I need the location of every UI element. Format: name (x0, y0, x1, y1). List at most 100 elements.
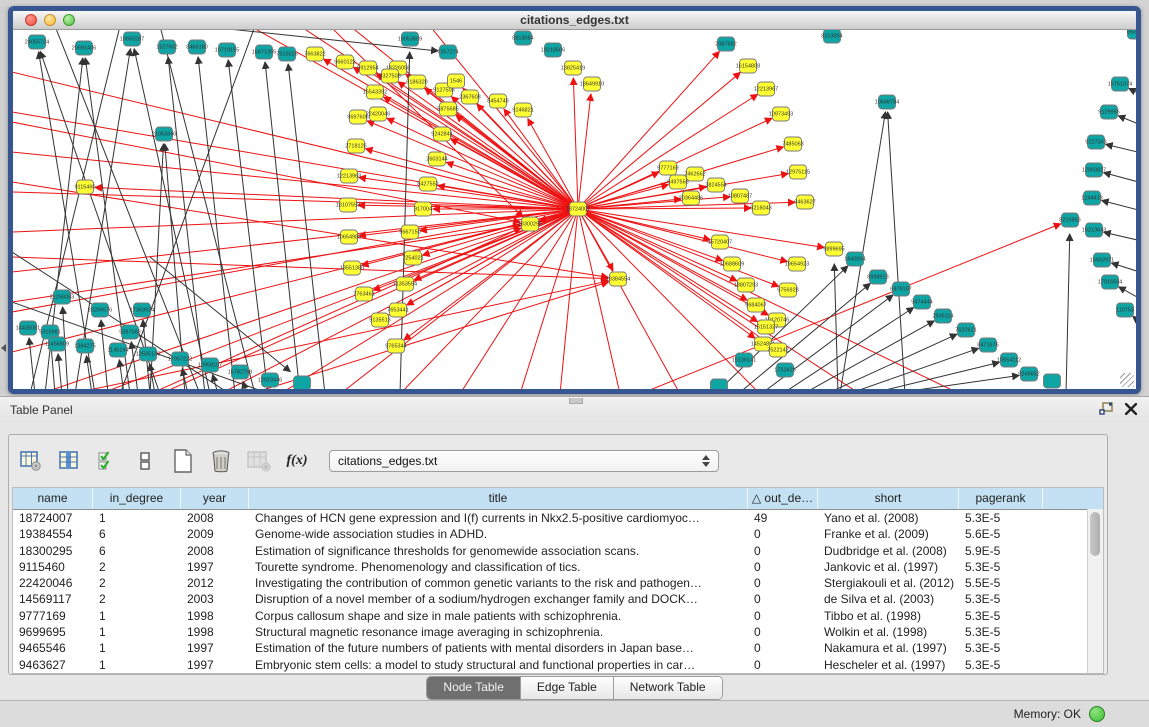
network-edge[interactable] (640, 224, 1061, 389)
network-node[interactable]: 19654923 (785, 257, 809, 271)
table-cell[interactable]: 5.3E-5 (959, 510, 1043, 526)
network-node[interactable]: 19218506 (541, 43, 565, 57)
network-node[interactable]: 12093837 (1082, 163, 1106, 177)
network-node[interactable]: 9227343 (1085, 135, 1106, 149)
network-node[interactable]: 9327508 (379, 69, 400, 83)
tab-network-table[interactable]: Network Table (614, 677, 722, 699)
network-node[interactable]: 9135513 (369, 313, 390, 327)
table-cell[interactable]: 0 (748, 624, 818, 640)
table-cell[interactable]: Tibbo et al. (1998) (818, 608, 959, 624)
scrollbar-thumb[interactable] (1090, 512, 1100, 556)
float-panel-icon[interactable] (1099, 402, 1113, 415)
table-cell[interactable]: Nakamura et al. (1997) (818, 640, 959, 656)
network-node[interactable]: 9684067 (745, 298, 766, 312)
network-node[interactable]: 7663822 (304, 47, 325, 61)
network-node[interactable]: 22420046 (366, 107, 390, 121)
table-row[interactable]: 1830029562008Estimation of significance … (13, 543, 1103, 559)
network-node[interactable]: 16053809 (398, 32, 422, 46)
table-row[interactable]: 1938455462009Genome-wide association stu… (13, 526, 1103, 542)
table-cell[interactable]: Estimation of the future numbers of pati… (249, 640, 748, 656)
network-node[interactable] (1044, 374, 1061, 388)
network-edge[interactable] (460, 209, 578, 389)
network-node[interactable]: 7515526 (276, 47, 297, 61)
splitter-handle[interactable] (569, 398, 583, 404)
table-cell[interactable]: 5.3E-5 (959, 657, 1043, 673)
network-node[interactable]: 13825419 (561, 61, 585, 75)
network-node[interactable]: 21266063 (50, 290, 74, 304)
network-node[interactable]: 9899695 (823, 242, 844, 256)
network-edge[interactable] (477, 104, 578, 209)
table-cell[interactable]: 18300295 (13, 543, 93, 559)
table-cell[interactable]: 9463627 (13, 657, 93, 673)
table-cell[interactable]: Yano et al. (2008) (818, 510, 959, 526)
network-node[interactable]: 1244413 (1081, 191, 1102, 205)
network-node[interactable]: 7357274 (437, 45, 458, 59)
network-node[interactable]: 9765344 (385, 339, 406, 353)
network-edge[interactable] (1102, 201, 1136, 212)
network-node[interactable]: 9242844 (431, 127, 452, 141)
network-edge[interactable] (1104, 173, 1136, 184)
network-node[interactable]: 8215953 (1059, 213, 1080, 227)
table-cell[interactable]: 1997 (181, 640, 249, 656)
network-node[interactable]: 9463627 (794, 195, 815, 209)
network-node[interactable]: 16154808 (736, 59, 760, 73)
function-builder-icon[interactable]: f(x) (283, 446, 311, 476)
column-visibility-icon[interactable] (55, 446, 83, 476)
network-node[interactable]: 8427552 (417, 177, 438, 191)
network-node[interactable]: 2718126 (345, 139, 366, 153)
network-edge[interactable] (13, 209, 578, 352)
network-edge[interactable] (160, 30, 255, 389)
network-node[interactable]: 9667150 (399, 225, 420, 239)
network-node[interactable]: 12213967 (754, 82, 778, 96)
network-node[interactable]: 8454749 (487, 94, 508, 108)
network-node[interactable]: 18724007 (566, 202, 590, 216)
network-node[interactable]: 10958107 (198, 358, 222, 372)
table-cell[interactable]: Dudbridge et al. (2008) (818, 543, 959, 559)
network-node[interactable]: 11353594 (393, 277, 417, 291)
network-node[interactable]: 5875685 (437, 102, 458, 116)
table-cell[interactable]: 1 (93, 608, 181, 624)
table-row[interactable]: 969969511998Structural magnetic resonanc… (13, 624, 1103, 640)
network-node[interactable]: 16151327 (754, 320, 778, 334)
network-node[interactable]: 8466160 (186, 40, 207, 54)
network-node[interactable]: 9660123 (334, 55, 355, 69)
network-edge[interactable] (1104, 232, 1136, 242)
table-cell[interactable]: 6 (93, 526, 181, 542)
network-node[interactable]: 9115460 (74, 180, 95, 194)
network-node[interactable]: 2367608 (459, 90, 480, 104)
network-node[interactable]: 9146821 (512, 103, 533, 117)
table-cell[interactable]: 18724007 (13, 510, 93, 526)
network-edge[interactable] (578, 209, 620, 389)
network-edge[interactable] (889, 375, 1019, 389)
network-edge[interactable] (250, 282, 608, 389)
network-node[interactable]: 9129966 (1098, 105, 1119, 119)
table-cell[interactable]: de Silva et al. (2003) (818, 591, 959, 607)
network-node[interactable]: 16782759 (228, 365, 252, 379)
table-row[interactable]: 946554611997Estimation of the future num… (13, 640, 1103, 656)
network-edge[interactable] (578, 94, 591, 209)
network-edge[interactable] (353, 67, 578, 209)
network-node[interactable]: 11456809 (45, 337, 69, 351)
network-node[interactable]: 1640954 (844, 252, 865, 266)
new-table-icon[interactable] (169, 446, 197, 476)
network-node[interactable]: 21053346 (152, 127, 176, 141)
network-node[interactable]: 1394275 (74, 339, 95, 353)
network-edge[interactable] (288, 64, 325, 389)
network-node[interactable]: 18649910 (580, 77, 604, 91)
table-cell[interactable]: 1 (93, 510, 181, 526)
network-edge[interactable] (400, 52, 410, 389)
network-node[interactable]: 10654112 (997, 353, 1021, 367)
table-cell[interactable]: 0 (748, 559, 818, 575)
network-node[interactable]: 13505135 (136, 347, 160, 361)
table-cell[interactable]: 5.3E-5 (959, 608, 1043, 624)
panel-collapse-arrow-icon[interactable] (1, 344, 6, 352)
table-cell[interactable]: Estimation of significance thresholds fo… (249, 543, 748, 559)
network-canvas[interactable]: 1872400776638229660123991295418226058932… (13, 30, 1136, 389)
table-row[interactable]: 1872400712008Changes of HCN gene express… (13, 510, 1103, 526)
network-node[interactable]: 20364486 (679, 191, 703, 205)
column-header[interactable]: in_degree (93, 488, 181, 509)
table-cell[interactable]: 5.5E-5 (959, 575, 1043, 591)
table-cell[interactable]: 2 (93, 575, 181, 591)
table-row[interactable]: 2242004622012Investigating the contribut… (13, 575, 1103, 591)
table-cell[interactable]: 1 (93, 624, 181, 640)
